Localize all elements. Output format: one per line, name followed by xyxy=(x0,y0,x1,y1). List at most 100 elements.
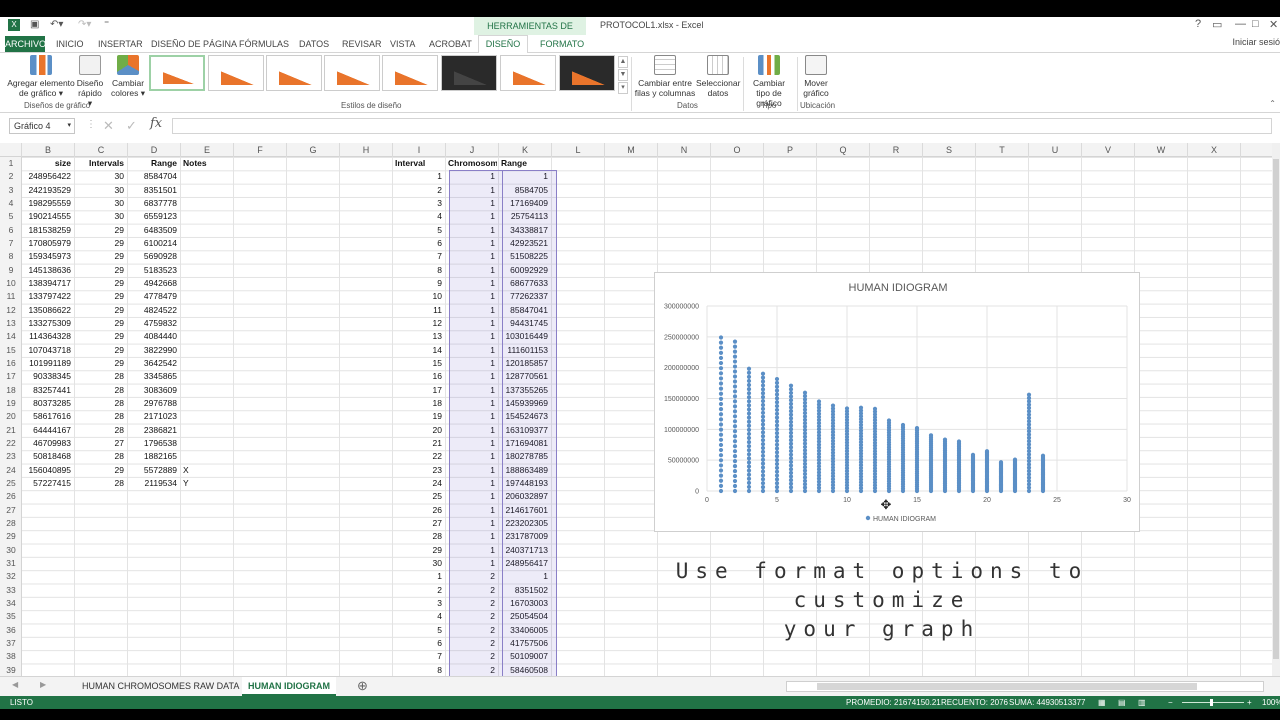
table-cell[interactable]: 90338345 xyxy=(24,370,73,383)
table-cell[interactable]: 133275309 xyxy=(24,317,73,330)
table-cell[interactable] xyxy=(183,290,232,303)
table-cell[interactable] xyxy=(183,210,232,223)
column-header-T[interactable]: T xyxy=(976,143,1029,157)
table-cell[interactable] xyxy=(183,304,232,317)
row-header-5[interactable]: 5 xyxy=(0,210,22,223)
row-header-30[interactable]: 30 xyxy=(0,544,22,557)
table-cell[interactable]: 2976788 xyxy=(130,397,179,410)
table-cell[interactable]: 4084440 xyxy=(130,330,179,343)
help-button[interactable]: ? xyxy=(1195,18,1201,30)
table-cell[interactable] xyxy=(183,277,232,290)
table-cell[interactable] xyxy=(183,450,232,463)
tab-insertar[interactable]: INSERTAR xyxy=(98,37,143,51)
table-cell[interactable]: 28 xyxy=(77,450,126,463)
column-header-L[interactable]: L xyxy=(552,143,605,157)
prev-sheet-icon[interactable]: ◀ xyxy=(12,680,18,689)
table-cell[interactable] xyxy=(183,330,232,343)
page-layout-icon[interactable]: ▤ xyxy=(1118,696,1126,709)
column-header-D[interactable]: D xyxy=(128,143,181,157)
table-cell[interactable]: 5572889 xyxy=(130,464,179,477)
table-cell[interactable]: 15 xyxy=(395,357,444,370)
table-cell[interactable]: 4 xyxy=(395,610,444,623)
table-cell[interactable]: 4778479 xyxy=(130,290,179,303)
table-cell[interactable]: 46709983 xyxy=(24,437,73,450)
table-cell[interactable]: 4 xyxy=(395,210,444,223)
table-cell[interactable]: 4759832 xyxy=(130,317,179,330)
tab-vista[interactable]: VISTA xyxy=(390,37,415,51)
formula-input[interactable] xyxy=(172,118,1272,134)
change-colors-button[interactable]: Cambiar colores ▾ xyxy=(110,55,146,98)
table-cell[interactable]: 4824522 xyxy=(130,304,179,317)
table-cell[interactable]: 170805979 xyxy=(24,237,73,250)
table-cell[interactable]: Y xyxy=(183,477,232,490)
column-header-E[interactable]: E xyxy=(181,143,234,157)
table-cell[interactable]: 8 xyxy=(395,664,444,676)
column-header-X[interactable]: X xyxy=(1188,143,1241,157)
table-cell[interactable] xyxy=(183,424,232,437)
table-cell[interactable]: 13 xyxy=(395,330,444,343)
column-header-F[interactable]: F xyxy=(234,143,287,157)
gallery-up-button[interactable]: ▲ xyxy=(618,56,628,68)
table-cell[interactable]: 7 xyxy=(395,650,444,663)
table-cell[interactable]: 83257441 xyxy=(24,384,73,397)
move-chart-button[interactable]: Mover gráfico xyxy=(800,55,832,98)
horizontal-scroll-thumb[interactable] xyxy=(817,683,1197,690)
row-header-29[interactable]: 29 xyxy=(0,530,22,543)
column-header-B[interactable]: B xyxy=(22,143,75,157)
enter-icon[interactable]: ✓ xyxy=(126,118,137,134)
column-header-J[interactable]: J xyxy=(446,143,499,157)
column-header-H[interactable]: H xyxy=(340,143,393,157)
table-cell[interactable]: 22 xyxy=(395,450,444,463)
header-cell[interactable]: size xyxy=(24,157,73,170)
table-cell[interactable]: 6483509 xyxy=(130,224,179,237)
zoom-slider[interactable] xyxy=(1182,699,1244,706)
header-cell[interactable]: Chromosome xyxy=(448,157,497,170)
column-header-M[interactable]: M xyxy=(605,143,658,157)
column-header-U[interactable]: U xyxy=(1029,143,1082,157)
table-cell[interactable]: 8 xyxy=(395,264,444,277)
select-data-button[interactable]: Seleccionar datos xyxy=(696,55,740,98)
table-cell[interactable]: 6 xyxy=(395,237,444,250)
chart-object[interactable]: HUMAN IDIOGRAM 0 50000000 100000000 15000000… xyxy=(654,272,1140,532)
gallery-down-button[interactable]: ▼ xyxy=(618,69,628,81)
row-header-23[interactable]: 23 xyxy=(0,450,22,463)
table-cell[interactable]: 101991189 xyxy=(24,357,73,370)
row-header-19[interactable]: 19 xyxy=(0,397,22,410)
chart-style-2[interactable] xyxy=(208,55,264,91)
table-cell[interactable]: 12 xyxy=(395,317,444,330)
table-cell[interactable]: 3 xyxy=(395,197,444,210)
row-header-1[interactable]: 1 xyxy=(0,157,22,170)
table-cell[interactable]: 2 xyxy=(395,184,444,197)
next-sheet-icon[interactable]: ▶ xyxy=(40,680,46,689)
table-cell[interactable]: 27 xyxy=(395,517,444,530)
row-header-27[interactable]: 27 xyxy=(0,504,22,517)
gallery-more-button[interactable]: ▾ xyxy=(618,82,628,94)
table-cell[interactable]: 29 xyxy=(77,464,126,477)
row-header-34[interactable]: 34 xyxy=(0,597,22,610)
table-cell[interactable]: 29 xyxy=(77,304,126,317)
table-cell[interactable]: 7 xyxy=(395,250,444,263)
table-cell[interactable]: 26 xyxy=(395,504,444,517)
table-cell[interactable]: 30 xyxy=(77,184,126,197)
row-header-10[interactable]: 10 xyxy=(0,277,22,290)
table-cell[interactable]: 8584704 xyxy=(130,170,179,183)
table-cell[interactable]: 64444167 xyxy=(24,424,73,437)
column-header-Q[interactable]: Q xyxy=(817,143,870,157)
zoom-in-icon[interactable]: + xyxy=(1247,696,1252,709)
column-header-W[interactable]: W xyxy=(1135,143,1188,157)
row-header-17[interactable]: 17 xyxy=(0,370,22,383)
header-cell[interactable]: Intervals xyxy=(77,157,126,170)
table-cell[interactable]: 29 xyxy=(77,264,126,277)
table-cell[interactable]: 28 xyxy=(395,530,444,543)
row-header-35[interactable]: 35 xyxy=(0,610,22,623)
redo-icon[interactable]: ↷▾ xyxy=(78,19,91,30)
table-cell[interactable]: 3345865 xyxy=(130,370,179,383)
table-cell[interactable]: 27 xyxy=(77,437,126,450)
collapse-ribbon-icon[interactable]: ⌃ xyxy=(1269,99,1276,108)
table-cell[interactable]: 25 xyxy=(395,490,444,503)
table-cell[interactable] xyxy=(183,410,232,423)
table-cell[interactable] xyxy=(183,437,232,450)
table-cell[interactable]: 80373285 xyxy=(24,397,73,410)
row-header-31[interactable]: 31 xyxy=(0,557,22,570)
table-cell[interactable]: 29 xyxy=(77,290,126,303)
